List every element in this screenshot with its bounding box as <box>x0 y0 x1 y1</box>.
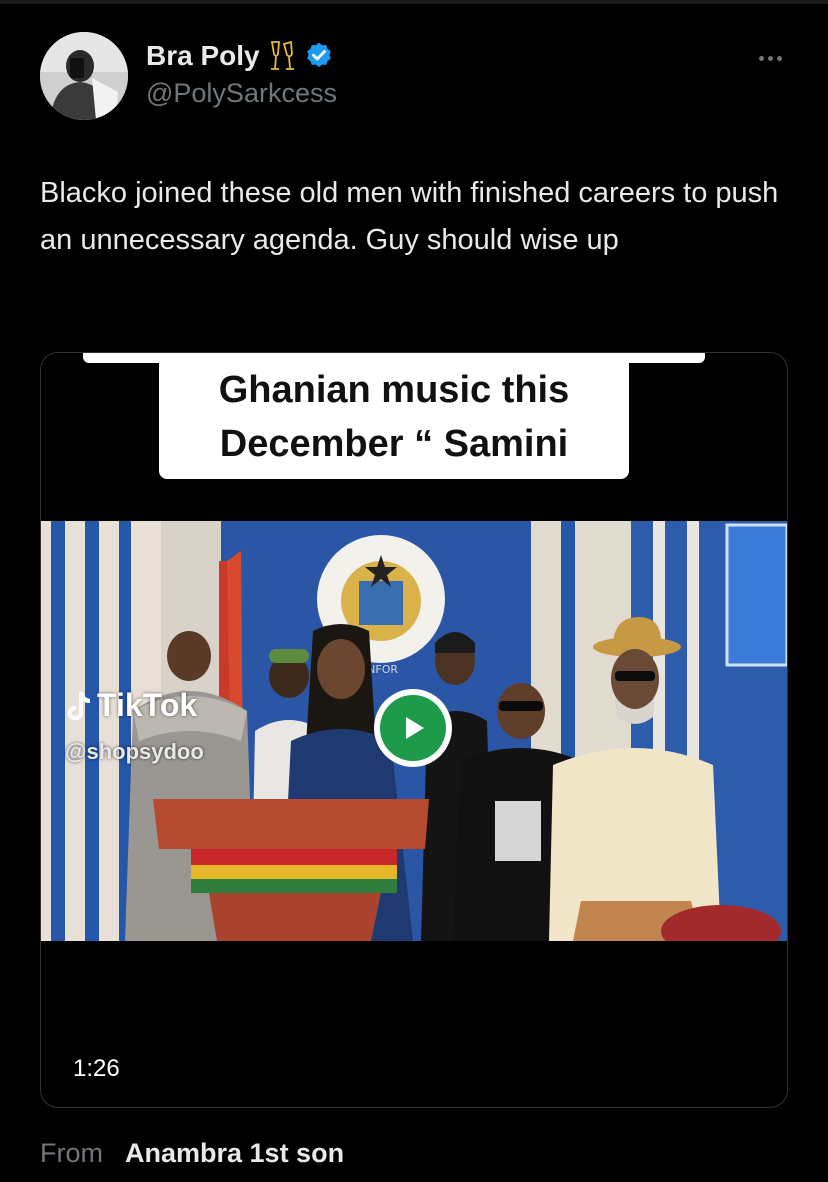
avatar[interactable] <box>40 32 128 120</box>
avatar-image <box>40 32 128 120</box>
video-caption: Ghanian music this December “ Samini <box>159 355 629 479</box>
from-label: From <box>40 1138 103 1168</box>
author-handle[interactable]: @PolySarkcess <box>146 78 337 109</box>
tiktok-watermark: TikTok <box>65 687 197 724</box>
clinking-glasses-icon <box>268 40 296 72</box>
video-player[interactable]: Ghanian music this December “ Samini INF… <box>40 352 788 1108</box>
more-dots-icon-dot <box>776 55 782 61</box>
more-dots-icon-dot <box>767 55 773 61</box>
author-name-row: Bra Poly <box>146 40 334 72</box>
caption-line-2: December “ Samini <box>219 423 569 465</box>
from-row: From Anambra 1st son <box>40 1138 344 1169</box>
play-icon-circle <box>380 695 446 761</box>
verified-badge-icon <box>304 41 334 71</box>
tiktok-note-icon <box>65 690 91 722</box>
tiktok-handle: @shopsydoo <box>65 739 204 764</box>
caption-line-1: Ghanian music this <box>218 369 570 411</box>
play-button[interactable] <box>374 689 452 767</box>
from-account-link[interactable]: Anambra 1st son <box>125 1138 344 1169</box>
divider <box>0 0 828 4</box>
video-duration: 1:26 <box>73 1055 120 1082</box>
tweet-text: Blacko joined these old men with finishe… <box>40 177 779 256</box>
display-name[interactable]: Bra Poly <box>146 40 260 72</box>
more-options-button[interactable] <box>748 44 792 72</box>
tweet-page: Bra Poly @PolySarkcess Blacko joined the… <box>0 0 828 1182</box>
more-dots-icon <box>758 55 764 61</box>
play-icon <box>406 717 424 739</box>
tiktok-logo-text: TikTok <box>97 687 198 723</box>
